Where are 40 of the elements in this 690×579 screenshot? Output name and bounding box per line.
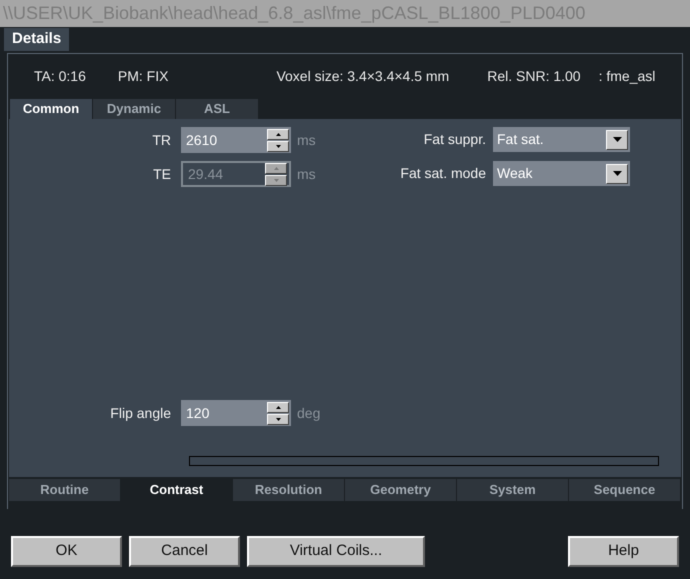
dialog-button[interactable]: Virtual Coils... <box>247 536 425 567</box>
up-arrow-icon <box>276 406 280 408</box>
spin-up-button[interactable] <box>267 128 289 140</box>
up-arrow-icon <box>276 132 280 136</box>
spin-down-button[interactable] <box>267 414 289 424</box>
spin-up-button[interactable] <box>267 402 289 412</box>
tab[interactable]: Resolution <box>233 479 344 501</box>
dropdown[interactable]: Fat sat. <box>493 127 630 152</box>
down-arrow-icon <box>274 178 278 182</box>
unit-label: deg <box>297 404 320 423</box>
down-arrow-icon <box>276 418 280 420</box>
field-label: TE <box>152 164 172 184</box>
spin-field[interactable]: 120 <box>181 400 291 426</box>
up-arrow-icon <box>274 166 278 170</box>
unit-label: ms <box>297 164 316 184</box>
spin-down-button[interactable] <box>267 140 289 152</box>
field-label: Flip angle <box>109 404 172 423</box>
tab[interactable]: System <box>457 479 568 501</box>
tab[interactable]: Dynamic <box>93 99 175 119</box>
dropdown[interactable]: Weak <box>493 161 630 186</box>
tab[interactable]: Common <box>10 99 92 119</box>
unit-label: ms <box>297 130 316 150</box>
tab[interactable]: Details <box>4 28 70 51</box>
spin-field[interactable]: 2610 <box>181 127 291 153</box>
info-text: : fme_asl <box>598 67 656 86</box>
info-text: Rel. SNR: 1.00 <box>487 67 581 86</box>
dialog-button[interactable]: Cancel <box>129 536 240 567</box>
down-arrow-icon <box>276 144 280 148</box>
field-label: Fat sat. mode <box>399 164 487 183</box>
tab[interactable]: Routine <box>9 479 120 501</box>
tab[interactable]: ASL <box>176 99 258 119</box>
info-text: Voxel size: 3.4×3.4×4.5 mm <box>276 67 450 86</box>
field-label: Fat suppr. <box>422 130 487 149</box>
field-label: TR <box>151 130 172 150</box>
tab[interactable]: Sequence <box>569 479 680 501</box>
dialog-button[interactable]: OK <box>11 536 122 567</box>
help-button[interactable]: Help <box>568 536 679 567</box>
tab[interactable]: Geometry <box>345 479 456 501</box>
info-text: PM: FIX <box>118 67 168 86</box>
info-text: TA: 0:16 <box>34 67 86 86</box>
